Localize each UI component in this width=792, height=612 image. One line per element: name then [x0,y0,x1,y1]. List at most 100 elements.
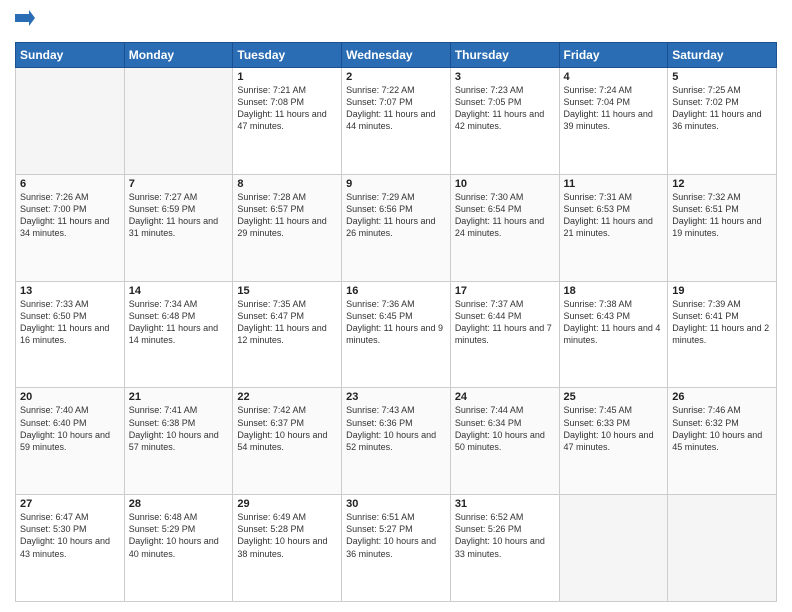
day-info: Sunrise: 7:46 AM Sunset: 6:32 PM Dayligh… [672,404,772,453]
day-number: 21 [129,391,229,403]
calendar-cell: 11Sunrise: 7:31 AM Sunset: 6:53 PM Dayli… [559,174,668,281]
day-number: 7 [129,178,229,190]
day-info: Sunrise: 7:42 AM Sunset: 6:37 PM Dayligh… [237,404,337,453]
day-number: 24 [455,391,555,403]
calendar-cell: 17Sunrise: 7:37 AM Sunset: 6:44 PM Dayli… [450,281,559,388]
day-info: Sunrise: 7:30 AM Sunset: 6:54 PM Dayligh… [455,191,555,240]
day-info: Sunrise: 7:22 AM Sunset: 7:07 PM Dayligh… [346,84,446,133]
calendar-cell: 16Sunrise: 7:36 AM Sunset: 6:45 PM Dayli… [342,281,451,388]
day-info: Sunrise: 7:36 AM Sunset: 6:45 PM Dayligh… [346,298,446,347]
day-info: Sunrise: 7:27 AM Sunset: 6:59 PM Dayligh… [129,191,229,240]
day-number: 3 [455,71,555,83]
calendar-cell: 24Sunrise: 7:44 AM Sunset: 6:34 PM Dayli… [450,388,559,495]
calendar-week-row: 20Sunrise: 7:40 AM Sunset: 6:40 PM Dayli… [16,388,777,495]
calendar-cell: 14Sunrise: 7:34 AM Sunset: 6:48 PM Dayli… [124,281,233,388]
calendar-cell: 15Sunrise: 7:35 AM Sunset: 6:47 PM Dayli… [233,281,342,388]
day-info: Sunrise: 7:28 AM Sunset: 6:57 PM Dayligh… [237,191,337,240]
calendar-cell: 10Sunrise: 7:30 AM Sunset: 6:54 PM Dayli… [450,174,559,281]
calendar-cell: 21Sunrise: 7:41 AM Sunset: 6:38 PM Dayli… [124,388,233,495]
day-number: 15 [237,285,337,297]
calendar-header-row: SundayMondayTuesdayWednesdayThursdayFrid… [16,43,777,68]
day-header-tuesday: Tuesday [233,43,342,68]
day-info: Sunrise: 7:41 AM Sunset: 6:38 PM Dayligh… [129,404,229,453]
calendar-cell: 28Sunrise: 6:48 AM Sunset: 5:29 PM Dayli… [124,495,233,602]
day-info: Sunrise: 7:24 AM Sunset: 7:04 PM Dayligh… [564,84,664,133]
day-number: 25 [564,391,664,403]
day-info: Sunrise: 7:29 AM Sunset: 6:56 PM Dayligh… [346,191,446,240]
day-info: Sunrise: 6:49 AM Sunset: 5:28 PM Dayligh… [237,511,337,560]
day-number: 29 [237,498,337,510]
day-number: 22 [237,391,337,403]
calendar-cell: 5Sunrise: 7:25 AM Sunset: 7:02 PM Daylig… [668,68,777,175]
day-number: 18 [564,285,664,297]
day-info: Sunrise: 7:45 AM Sunset: 6:33 PM Dayligh… [564,404,664,453]
calendar-cell: 2Sunrise: 7:22 AM Sunset: 7:07 PM Daylig… [342,68,451,175]
calendar-cell: 20Sunrise: 7:40 AM Sunset: 6:40 PM Dayli… [16,388,125,495]
calendar-cell: 13Sunrise: 7:33 AM Sunset: 6:50 PM Dayli… [16,281,125,388]
calendar-cell: 8Sunrise: 7:28 AM Sunset: 6:57 PM Daylig… [233,174,342,281]
calendar-week-row: 6Sunrise: 7:26 AM Sunset: 7:00 PM Daylig… [16,174,777,281]
day-number: 16 [346,285,446,297]
day-number: 4 [564,71,664,83]
calendar-cell [559,495,668,602]
calendar-cell: 12Sunrise: 7:32 AM Sunset: 6:51 PM Dayli… [668,174,777,281]
calendar-cell: 1Sunrise: 7:21 AM Sunset: 7:08 PM Daylig… [233,68,342,175]
calendar-cell: 27Sunrise: 6:47 AM Sunset: 5:30 PM Dayli… [16,495,125,602]
day-info: Sunrise: 6:52 AM Sunset: 5:26 PM Dayligh… [455,511,555,560]
day-number: 28 [129,498,229,510]
day-number: 31 [455,498,555,510]
day-number: 19 [672,285,772,297]
day-header-monday: Monday [124,43,233,68]
day-info: Sunrise: 7:33 AM Sunset: 6:50 PM Dayligh… [20,298,120,347]
calendar-cell: 23Sunrise: 7:43 AM Sunset: 6:36 PM Dayli… [342,388,451,495]
day-number: 14 [129,285,229,297]
day-info: Sunrise: 7:34 AM Sunset: 6:48 PM Dayligh… [129,298,229,347]
day-number: 10 [455,178,555,190]
calendar-cell: 7Sunrise: 7:27 AM Sunset: 6:59 PM Daylig… [124,174,233,281]
logo-icon [15,10,35,34]
calendar-cell: 18Sunrise: 7:38 AM Sunset: 6:43 PM Dayli… [559,281,668,388]
day-info: Sunrise: 7:32 AM Sunset: 6:51 PM Dayligh… [672,191,772,240]
calendar-cell [124,68,233,175]
day-number: 30 [346,498,446,510]
day-info: Sunrise: 7:21 AM Sunset: 7:08 PM Dayligh… [237,84,337,133]
day-number: 20 [20,391,120,403]
day-header-thursday: Thursday [450,43,559,68]
calendar-cell: 3Sunrise: 7:23 AM Sunset: 7:05 PM Daylig… [450,68,559,175]
day-number: 17 [455,285,555,297]
day-header-wednesday: Wednesday [342,43,451,68]
day-number: 27 [20,498,120,510]
day-info: Sunrise: 7:23 AM Sunset: 7:05 PM Dayligh… [455,84,555,133]
day-info: Sunrise: 6:48 AM Sunset: 5:29 PM Dayligh… [129,511,229,560]
calendar-cell: 6Sunrise: 7:26 AM Sunset: 7:00 PM Daylig… [16,174,125,281]
day-number: 23 [346,391,446,403]
page: SundayMondayTuesdayWednesdayThursdayFrid… [0,0,792,612]
calendar-cell: 22Sunrise: 7:42 AM Sunset: 6:37 PM Dayli… [233,388,342,495]
day-info: Sunrise: 7:31 AM Sunset: 6:53 PM Dayligh… [564,191,664,240]
calendar-cell: 31Sunrise: 6:52 AM Sunset: 5:26 PM Dayli… [450,495,559,602]
calendar-cell: 25Sunrise: 7:45 AM Sunset: 6:33 PM Dayli… [559,388,668,495]
day-info: Sunrise: 7:40 AM Sunset: 6:40 PM Dayligh… [20,404,120,453]
day-info: Sunrise: 7:35 AM Sunset: 6:47 PM Dayligh… [237,298,337,347]
calendar-cell: 26Sunrise: 7:46 AM Sunset: 6:32 PM Dayli… [668,388,777,495]
calendar-cell [668,495,777,602]
day-number: 2 [346,71,446,83]
calendar-cell: 19Sunrise: 7:39 AM Sunset: 6:41 PM Dayli… [668,281,777,388]
calendar-table: SundayMondayTuesdayWednesdayThursdayFrid… [15,42,777,602]
day-number: 11 [564,178,664,190]
logo [15,10,39,34]
calendar-week-row: 1Sunrise: 7:21 AM Sunset: 7:08 PM Daylig… [16,68,777,175]
day-header-saturday: Saturday [668,43,777,68]
day-header-sunday: Sunday [16,43,125,68]
calendar-cell: 29Sunrise: 6:49 AM Sunset: 5:28 PM Dayli… [233,495,342,602]
calendar-week-row: 27Sunrise: 6:47 AM Sunset: 5:30 PM Dayli… [16,495,777,602]
day-info: Sunrise: 7:44 AM Sunset: 6:34 PM Dayligh… [455,404,555,453]
day-info: Sunrise: 7:38 AM Sunset: 6:43 PM Dayligh… [564,298,664,347]
calendar-cell: 4Sunrise: 7:24 AM Sunset: 7:04 PM Daylig… [559,68,668,175]
header [15,10,777,34]
day-number: 13 [20,285,120,297]
calendar-cell: 9Sunrise: 7:29 AM Sunset: 6:56 PM Daylig… [342,174,451,281]
day-header-friday: Friday [559,43,668,68]
day-info: Sunrise: 7:25 AM Sunset: 7:02 PM Dayligh… [672,84,772,133]
day-info: Sunrise: 7:37 AM Sunset: 6:44 PM Dayligh… [455,298,555,347]
